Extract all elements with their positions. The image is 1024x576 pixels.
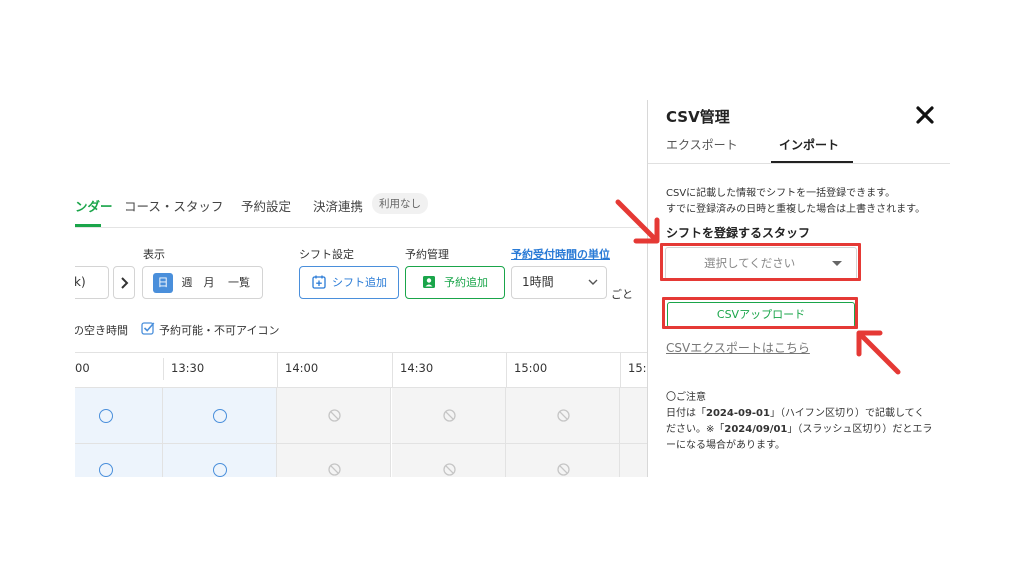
checkbox-checked-icon[interactable] [141, 321, 155, 335]
view-month-button[interactable]: 月 [201, 273, 217, 293]
tab-course-staff[interactable]: コース・スタッフ [124, 196, 223, 215]
time-label: 15:00 [514, 361, 548, 375]
add-shift-label: シフト追加 [332, 276, 387, 289]
staff-select-highlight [660, 243, 861, 281]
tab-reservation-settings[interactable]: 予約設定 [241, 196, 291, 215]
tab-import[interactable]: インポート [779, 136, 839, 153]
main-tabs: ンダー コース・スタッフ 予約設定 決済連携 利用なし [75, 100, 647, 228]
calendar-app: ンダー コース・スタッフ 予約設定 決済連携 利用なし 表示 シフト設定 予約管… [75, 100, 647, 477]
person-card-icon [423, 276, 435, 288]
available-circle-icon [99, 463, 113, 477]
chevron-right-icon [121, 277, 129, 289]
close-icon[interactable] [914, 104, 936, 126]
unavailable-icon [328, 463, 341, 476]
note-title: 〇ご注意 [666, 392, 706, 403]
add-reservation-label: 予約追加 [444, 276, 488, 289]
reservation-unit-link[interactable]: 予約受付時間の単位 [511, 246, 610, 262]
csv-management-panel: CSV管理 エクスポート インポート CSVに記載した情報でシフトを一括登録でき… [647, 100, 950, 477]
time-label: 14:00 [285, 361, 319, 375]
import-description-line2: すでに登録済みの日時と重複した場合は上書きされます。 [666, 204, 926, 215]
staff-field-label: シフトを登録するスタッフ [666, 226, 811, 240]
time-slot[interactable] [620, 388, 647, 444]
import-description-line1: CSVに記載した情報でシフトを一括登録できます。 [666, 188, 896, 199]
note-line1: 日付は「2024-09-01」（ハイフン区切り）で記載してく [666, 408, 925, 419]
unavailable-icon [443, 463, 456, 476]
unavailable-icon [557, 463, 570, 476]
header-divider [392, 352, 393, 388]
time-slot[interactable] [506, 388, 620, 444]
add-shift-button[interactable]: シフト追加 [299, 266, 399, 299]
time-slot[interactable] [620, 444, 647, 477]
shift-settings-label: シフト設定 [299, 248, 354, 261]
reservation-management-label: 予約管理 [405, 248, 449, 261]
time-header-row: 00 13:30 14:00 14:30 15:00 15: [75, 352, 647, 388]
view-day-button[interactable]: 日 [153, 273, 173, 293]
header-divider [277, 352, 278, 388]
date-selector[interactable]: k) [75, 266, 109, 299]
time-slot[interactable] [75, 388, 163, 444]
date-value: k) [75, 275, 86, 289]
unavailable-icon [443, 409, 456, 422]
annotation-arrow-icon [615, 199, 660, 244]
annotation-arrow-icon [856, 330, 901, 375]
tab-payment[interactable]: 決済連携 [313, 196, 363, 215]
time-slot[interactable] [277, 444, 391, 477]
tabs-divider [648, 163, 950, 164]
available-circle-icon [99, 409, 113, 423]
time-label: 13:30 [171, 361, 205, 375]
csv-export-link[interactable]: CSVエクスポートはこちら [666, 339, 810, 356]
display-label: 表示 [143, 248, 165, 261]
view-mode-switcher: 日 週 月 一覧 [142, 266, 263, 299]
next-date-button[interactable] [113, 266, 135, 299]
unit-suffix: ごと [611, 288, 633, 301]
view-list-button[interactable]: 一覧 [225, 273, 253, 293]
time-slot[interactable] [506, 444, 620, 477]
panel-title: CSV管理 [666, 108, 730, 126]
header-divider [506, 352, 507, 388]
time-slot[interactable] [163, 388, 277, 444]
payment-status-badge: 利用なし [372, 193, 428, 214]
tab-calendar[interactable]: ンダー [75, 196, 113, 215]
reservation-unit-select[interactable]: 1時間 [511, 266, 607, 299]
add-reservation-button[interactable]: 予約追加 [405, 266, 505, 299]
unavailable-icon [557, 409, 570, 422]
time-slot[interactable] [392, 388, 506, 444]
header-divider [163, 358, 164, 380]
upload-button-highlight [662, 297, 858, 329]
time-slot[interactable] [75, 444, 163, 477]
time-label: 15: [628, 361, 647, 375]
note-line2: ださい。※「2024/09/01」（スラッシュ区切り）だとエラ [666, 424, 933, 435]
unit-select-value: 1時間 [522, 275, 554, 289]
header-divider [620, 352, 621, 388]
tabs-divider [75, 227, 647, 228]
calendar-plus-icon [312, 275, 326, 289]
time-label: 14:30 [400, 361, 434, 375]
chevron-down-icon [588, 279, 598, 285]
tab-export[interactable]: エクスポート [666, 136, 738, 153]
time-slot[interactable] [277, 388, 391, 444]
time-slot[interactable] [392, 444, 506, 477]
time-slot[interactable] [163, 444, 277, 477]
note-line3: ーになる場合があります。 [666, 440, 785, 451]
time-label: 00 [75, 361, 90, 375]
icon-legend-label: 予約可能・不可アイコン [159, 324, 280, 337]
view-week-button[interactable]: 週 [179, 273, 195, 293]
unavailable-icon [328, 409, 341, 422]
available-circle-icon [213, 409, 227, 423]
available-circle-icon [213, 463, 227, 477]
free-time-legend: の空き時間 [75, 324, 128, 337]
